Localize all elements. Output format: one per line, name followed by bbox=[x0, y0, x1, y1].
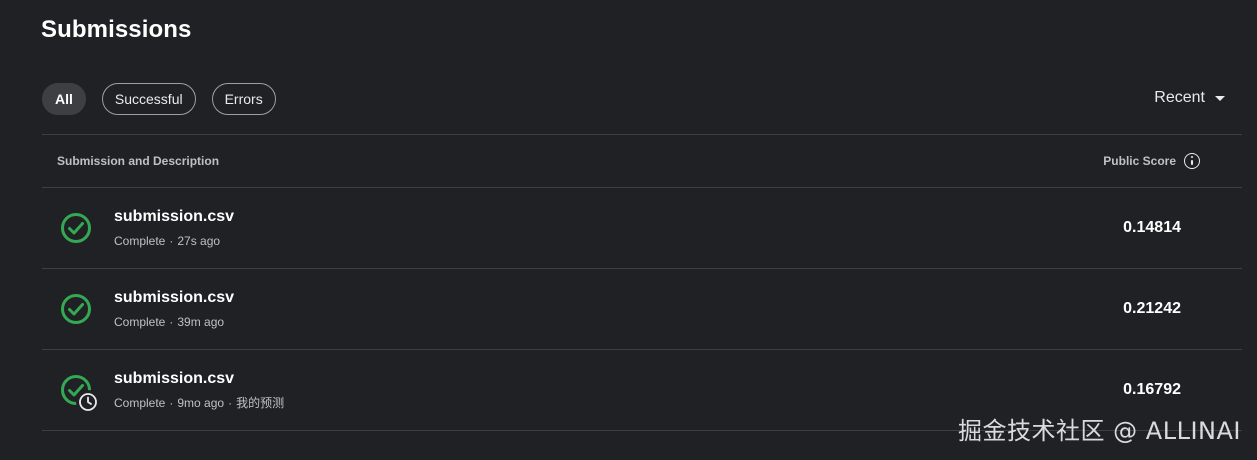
submission-description: 我的预测 bbox=[236, 396, 285, 410]
watermark-text: 掘金技术社区 @ ALLINAI bbox=[958, 417, 1241, 445]
column-score-label: Public Score bbox=[1103, 154, 1176, 168]
check-circle-icon bbox=[60, 293, 92, 325]
filter-successful-chip[interactable]: Successful bbox=[101, 83, 196, 115]
submission-meta: Complete · 39m ago bbox=[114, 315, 225, 329]
submission-status: Complete bbox=[114, 315, 166, 329]
submission-status: Complete bbox=[114, 234, 166, 248]
caret-down-icon bbox=[1215, 95, 1225, 101]
table-header: Submission and Description Public Score bbox=[42, 134, 1242, 188]
column-score-header: Public Score bbox=[1103, 153, 1200, 169]
filter-errors-chip[interactable]: Errors bbox=[211, 83, 276, 115]
table-row[interactable]: submission.csv Complete · 39m ago 0.21242 bbox=[42, 269, 1242, 350]
clock-icon bbox=[76, 390, 100, 414]
submission-meta: Complete · 9mo ago · 我的预测 bbox=[114, 396, 285, 410]
public-score: 0.16792 bbox=[1123, 381, 1181, 398]
row-description-cell: submission.csv Complete · 9mo ago · 我的预测 bbox=[60, 369, 284, 414]
table-row[interactable]: submission.csv Complete · 27s ago 0.14814 bbox=[42, 188, 1242, 269]
check-circle-clock-icon bbox=[60, 374, 100, 414]
public-score: 0.21242 bbox=[1123, 300, 1181, 317]
sort-dropdown[interactable]: Recent bbox=[1154, 89, 1225, 107]
submission-status: Complete bbox=[114, 396, 166, 410]
row-text: submission.csv Complete · 9mo ago · 我的预测 bbox=[114, 369, 284, 411]
public-score: 0.14814 bbox=[1123, 219, 1181, 236]
submissions-table: Submission and Description Public Score … bbox=[42, 134, 1242, 431]
row-text: submission.csv Complete · 27s ago bbox=[114, 207, 234, 249]
submissions-page: Submissions All Successful Errors Recent… bbox=[0, 0, 1257, 460]
submission-file-name[interactable]: submission.csv bbox=[114, 288, 234, 308]
column-description-header: Submission and Description bbox=[57, 154, 220, 168]
filter-chips: All Successful Errors bbox=[42, 83, 276, 115]
page-title: Submissions bbox=[41, 16, 192, 43]
filter-all-chip[interactable]: All bbox=[42, 83, 86, 115]
submission-time: 27s ago bbox=[177, 234, 221, 248]
row-description-cell: submission.csv Complete · 39m ago bbox=[60, 288, 234, 330]
row-text: submission.csv Complete · 39m ago bbox=[114, 288, 234, 330]
submission-meta: Complete · 27s ago bbox=[114, 234, 221, 248]
check-circle-icon bbox=[60, 212, 92, 244]
info-icon[interactable] bbox=[1184, 153, 1200, 169]
submission-time: 39m ago bbox=[177, 315, 225, 329]
submission-time: 9mo ago bbox=[177, 396, 225, 410]
submission-file-name[interactable]: submission.csv bbox=[114, 369, 284, 389]
row-description-cell: submission.csv Complete · 27s ago bbox=[60, 207, 234, 249]
sort-label: Recent bbox=[1154, 89, 1205, 106]
submission-file-name[interactable]: submission.csv bbox=[114, 207, 234, 227]
